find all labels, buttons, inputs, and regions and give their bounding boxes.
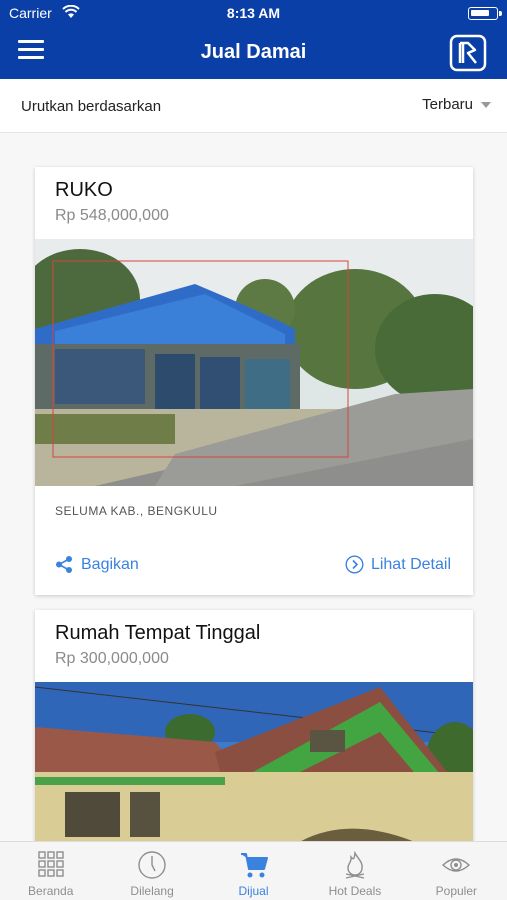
listing-price: Rp 548,000,000 bbox=[55, 207, 169, 224]
bri-logo-icon[interactable] bbox=[449, 34, 487, 72]
listing-location: SELUMA KAB., BENGKULU bbox=[55, 504, 218, 518]
tab-label: Beranda bbox=[28, 884, 74, 898]
battery-icon bbox=[468, 7, 498, 20]
nav-bar: Jual Damai bbox=[0, 26, 507, 79]
clock-icon bbox=[138, 851, 166, 879]
tab-dilelang[interactable]: Dilelang bbox=[101, 842, 202, 900]
share-button[interactable]: Bagikan bbox=[55, 555, 139, 574]
caret-down-icon bbox=[481, 102, 491, 109]
tab-label: Dilelang bbox=[130, 884, 174, 898]
listing-price: Rp 300,000,000 bbox=[55, 650, 169, 667]
share-icon bbox=[56, 556, 72, 573]
fire-icon bbox=[345, 850, 365, 879]
listing-scroll[interactable]: RUKO Rp 548,000,000 SELUMA KAB., BENGKUL… bbox=[0, 133, 507, 841]
tab-populer[interactable]: Populer bbox=[406, 842, 507, 900]
eye-icon bbox=[442, 858, 471, 872]
shophouse-photo bbox=[35, 239, 473, 486]
battery-tip bbox=[499, 11, 502, 16]
grid-icon bbox=[38, 851, 64, 877]
listing-card[interactable]: RUKO Rp 548,000,000 SELUMA KAB., BENGKUL… bbox=[35, 167, 473, 595]
bottom-tab-bar: Beranda Dilelang Dijual Hot Deals Popule… bbox=[0, 841, 507, 900]
cart-icon bbox=[240, 853, 268, 878]
sort-label: Urutkan berdasarkan bbox=[21, 98, 162, 115]
sort-selected-value: Terbaru bbox=[422, 96, 473, 113]
sort-bar: Urutkan berdasarkan Terbaru bbox=[0, 79, 507, 133]
chevron-circle-right-icon bbox=[345, 555, 364, 574]
listing-photo[interactable] bbox=[35, 682, 473, 841]
share-label: Bagikan bbox=[81, 555, 139, 573]
page-title: Jual Damai bbox=[200, 41, 307, 63]
view-detail-button[interactable]: Lihat Detail bbox=[345, 555, 451, 574]
clock-time: 8:13 AM bbox=[226, 5, 281, 21]
house-photo bbox=[35, 682, 473, 841]
tab-label: Populer bbox=[435, 884, 478, 898]
listing-card[interactable]: Rumah Tempat Tinggal Rp 300,000,000 bbox=[35, 610, 473, 841]
listing-title: Rumah Tempat Tinggal bbox=[55, 622, 261, 644]
listing-photo[interactable] bbox=[35, 239, 473, 486]
tab-label: Dijual bbox=[238, 884, 269, 898]
tab-hot-deals[interactable]: Hot Deals bbox=[304, 842, 405, 900]
tab-beranda[interactable]: Beranda bbox=[0, 842, 101, 900]
tab-dijual[interactable]: Dijual bbox=[203, 842, 304, 900]
sort-dropdown[interactable]: Terbaru bbox=[422, 96, 491, 113]
tab-label: Hot Deals bbox=[328, 884, 382, 898]
listing-title: RUKO bbox=[55, 179, 113, 201]
status-bar: Carrier 8:13 AM bbox=[0, 0, 507, 26]
view-detail-label: Lihat Detail bbox=[370, 555, 451, 573]
